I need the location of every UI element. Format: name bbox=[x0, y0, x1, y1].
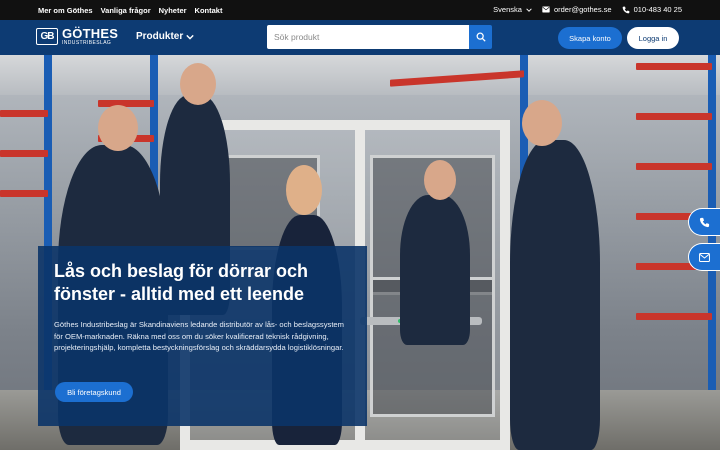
top-utility-bar: Mer om Göthes Vanliga frågor Nyheter Kon… bbox=[0, 0, 720, 20]
hero-title: Lås och beslag för dörrar och fönster - … bbox=[54, 261, 309, 305]
logo-mark: GB bbox=[36, 28, 58, 45]
chevron-down-icon bbox=[186, 34, 194, 40]
person-head bbox=[180, 63, 216, 105]
mail-icon bbox=[542, 6, 550, 13]
phone-icon bbox=[699, 217, 710, 227]
person-head bbox=[286, 165, 322, 215]
search-icon bbox=[476, 32, 486, 42]
chevron-down-icon bbox=[526, 7, 532, 12]
search-button[interactable] bbox=[469, 25, 492, 49]
person-head bbox=[424, 160, 456, 200]
email-text: order@gothes.se bbox=[553, 5, 612, 14]
person-silhouette bbox=[510, 140, 600, 450]
logo-brand: GÖTHES bbox=[62, 26, 119, 41]
top-contact: Svenska order@gothes.se 010-483 40 25 bbox=[493, 5, 682, 14]
phone-link[interactable]: 010-483 40 25 bbox=[622, 5, 682, 14]
create-account-button[interactable]: Skapa konto bbox=[558, 27, 622, 49]
products-label: Produkter bbox=[136, 31, 184, 42]
link-vanliga-fragor[interactable]: Vanliga frågor bbox=[101, 6, 151, 15]
logo-subtitle: INDUSTRIBESLAG bbox=[62, 40, 112, 46]
main-header: GB GÖTHES INDUSTRIBESLAG Produkter Skapa… bbox=[0, 20, 720, 55]
logo-words: GÖTHES INDUSTRIBESLAG bbox=[62, 27, 118, 46]
email-link[interactable]: order@gothes.se bbox=[542, 5, 612, 14]
top-links: Mer om Göthes Vanliga frågor Nyheter Kon… bbox=[38, 6, 222, 15]
link-kontakt[interactable]: Kontakt bbox=[195, 6, 223, 15]
rack-arm bbox=[636, 63, 712, 70]
person-silhouette bbox=[400, 195, 470, 345]
person-head bbox=[522, 100, 562, 146]
link-nyheter[interactable]: Nyheter bbox=[159, 6, 187, 15]
phone-icon bbox=[622, 6, 629, 13]
product-search bbox=[267, 25, 492, 49]
search-input[interactable] bbox=[267, 25, 469, 49]
hero-description: Göthes Industribeslag är Skandinaviens l… bbox=[54, 319, 344, 353]
phone-text: 010-483 40 25 bbox=[633, 5, 682, 14]
rack-arm bbox=[0, 190, 48, 197]
rack-arm bbox=[636, 313, 712, 320]
language-label: Svenska bbox=[493, 5, 522, 14]
person-head bbox=[98, 105, 138, 151]
rack-arm bbox=[0, 150, 48, 157]
floating-email-button[interactable] bbox=[688, 243, 720, 271]
become-business-customer-button[interactable]: Bli företagskund bbox=[55, 382, 133, 402]
hero-ceiling bbox=[0, 55, 720, 95]
link-mer-om-gothes[interactable]: Mer om Göthes bbox=[38, 6, 93, 15]
language-selector[interactable]: Svenska bbox=[493, 5, 532, 14]
floating-phone-button[interactable] bbox=[688, 208, 720, 236]
mail-icon bbox=[699, 252, 710, 262]
login-button[interactable]: Logga in bbox=[627, 27, 679, 49]
gothes-logo[interactable]: GB GÖTHES INDUSTRIBESLAG bbox=[36, 27, 118, 46]
rack-arm bbox=[636, 113, 712, 120]
hero-section: Lås och beslag för dörrar och fönster - … bbox=[0, 55, 720, 450]
rack-arm bbox=[636, 163, 712, 170]
rack-arm bbox=[0, 110, 48, 117]
products-menu[interactable]: Produkter bbox=[136, 31, 194, 42]
